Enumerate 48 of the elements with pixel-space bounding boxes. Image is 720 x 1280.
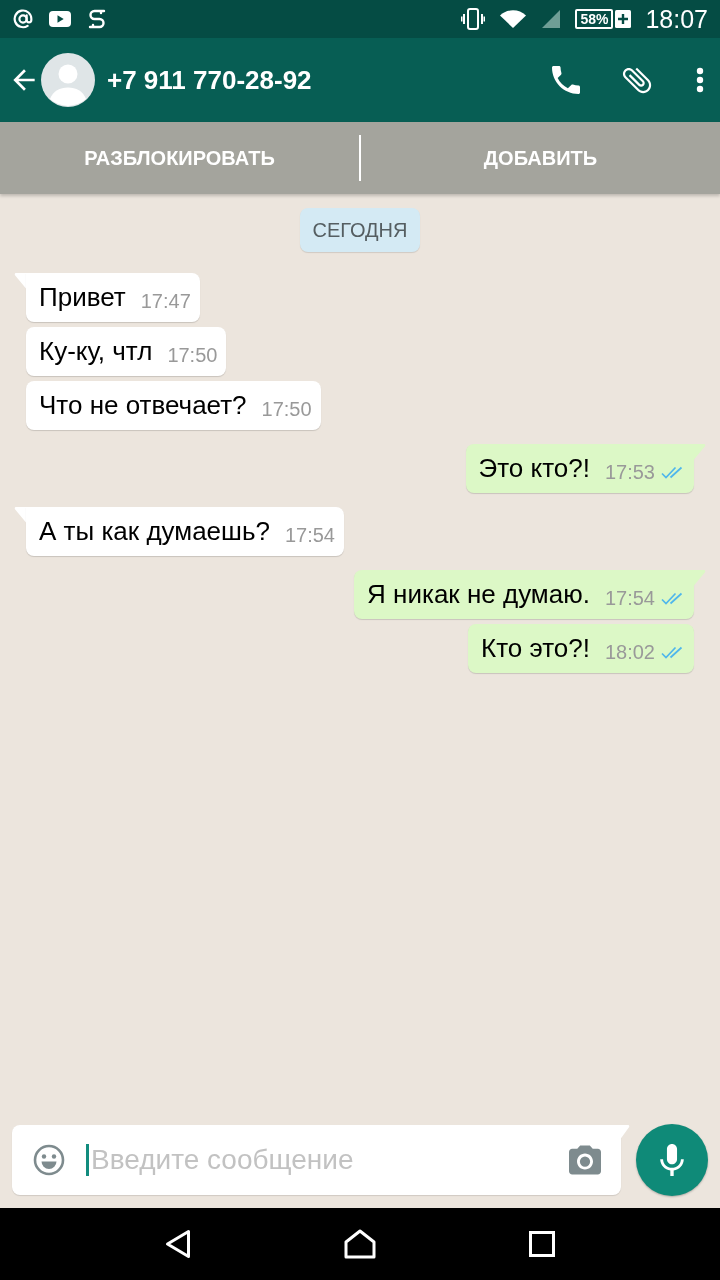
message-time: 17:47 (140, 289, 191, 313)
emoji-button[interactable] (33, 1144, 65, 1176)
more-options-icon (696, 67, 704, 93)
message-time: 17:54 (284, 523, 335, 547)
contact-phone-number[interactable]: +7 911 770-28-92 (107, 64, 312, 96)
charging-plus-icon (615, 10, 632, 28)
microphone-button[interactable] (636, 1124, 708, 1196)
action-button[interactable]: ДОБАВИТЬ (361, 122, 720, 194)
back-arrow-icon (11, 68, 37, 92)
battery-percentage: 58% (575, 9, 614, 29)
message-text: Это кто?! (478, 453, 590, 484)
bubble-tail-icon (621, 1125, 630, 1139)
message-text: Привет (39, 282, 126, 313)
call-button[interactable] (552, 66, 580, 94)
avatar-icon[interactable] (41, 53, 95, 107)
home-button[interactable] (344, 1229, 376, 1259)
camera-icon (569, 1145, 601, 1175)
message-text: А ты как думаешь? (39, 516, 270, 547)
message-time: 18:02 (604, 640, 655, 664)
action-button[interactable]: РАЗБЛОКИРОВАТЬ (0, 122, 359, 194)
phone-icon (552, 66, 580, 94)
message-input[interactable]: Введите сообщение (91, 1140, 569, 1180)
home-icon (344, 1229, 376, 1259)
video-play-icon (49, 11, 71, 27)
text-cursor-icon (86, 1144, 89, 1176)
s-letter-icon (87, 8, 107, 30)
signal-icon (541, 9, 562, 29)
message-time: 17:50 (261, 397, 312, 421)
wifi-icon (499, 8, 528, 30)
message-text: Кто это?! (481, 633, 590, 664)
recents-button[interactable] (526, 1231, 558, 1257)
clock-time: 18:07 (645, 4, 708, 34)
camera-button[interactable] (569, 1145, 601, 1175)
message-text: Ку-ку, чтл (39, 336, 153, 367)
back-triangle-icon (165, 1229, 191, 1259)
message-text: Я никак не думаю. (367, 579, 590, 610)
square-icon (529, 1231, 555, 1257)
vibrate-icon (461, 8, 486, 30)
message-text: Что не отвечает? (39, 390, 247, 421)
message-time: 17:50 (167, 343, 218, 367)
message-field[interactable]: Введите сообщение (12, 1125, 621, 1195)
message-time: 17:54 (604, 586, 655, 610)
menu-button[interactable] (694, 67, 706, 93)
microphone-icon (660, 1144, 684, 1176)
date-chip: СЕГОДНЯ (300, 208, 420, 252)
message-time: 17:53 (604, 460, 655, 484)
at-sign-icon (13, 9, 33, 29)
smiley-icon (33, 1144, 65, 1176)
